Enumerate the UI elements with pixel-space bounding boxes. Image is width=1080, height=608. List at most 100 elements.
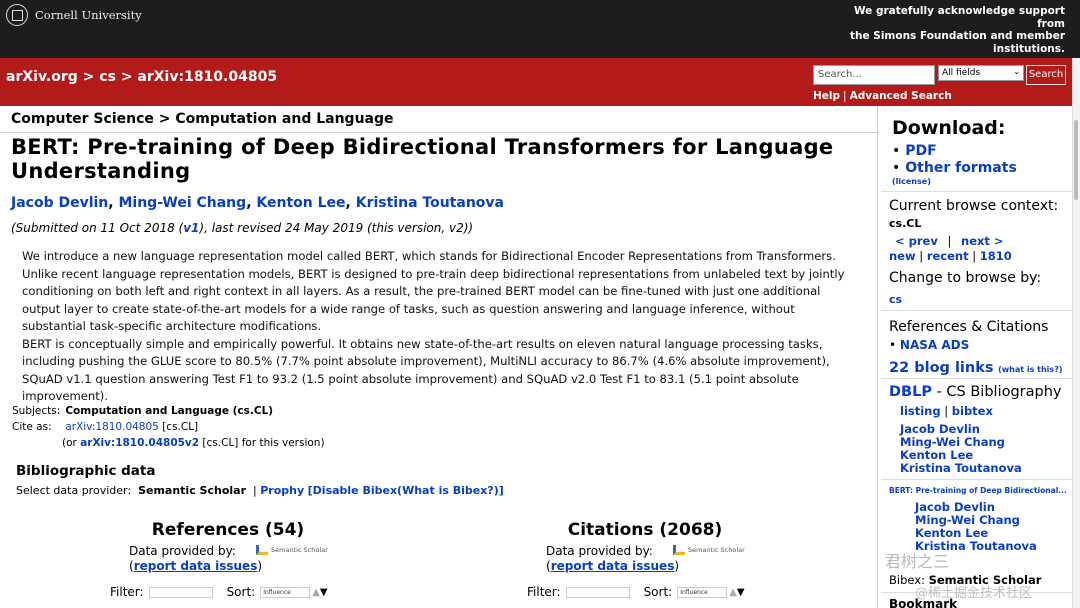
download-heading: Download: [892,117,1006,139]
cite-id-link[interactable]: arXiv:1810.04805 [65,421,159,433]
ref-cite-heading: References & Citations [889,319,1049,335]
acknowledgement: We gratefully acknowledge support from t… [845,5,1065,55]
sort-desc-icon[interactable]: ▼ [737,587,745,598]
nasa-row: • NASA ADS [889,338,970,352]
breadcrumb-paper-id: arXiv:1810.04805 [137,69,278,85]
watermark-source: @稀土掘金技术社区 [915,586,1033,601]
subjects-label: Subjects: [12,405,61,417]
dblp-heading: DBLP - CS Bibliography [889,384,1062,400]
link-separator: | [843,90,847,102]
cite2-pre: (or [62,437,81,449]
filter-input[interactable] [148,586,213,598]
link-separator: | [972,249,977,263]
cite-version-row: (or arXiv:1810.04805v2 [cs.CL] for this … [62,437,325,449]
dateline-post: ), last revised 24 May 2019 (this versio… [199,221,474,235]
semantic-scholar-icon [256,545,268,555]
divider [881,310,1072,311]
blog-links-row: 22 blog links (what is this?) [889,360,1062,376]
sort-select[interactable]: Influence [677,586,728,598]
disable-bibex-link[interactable]: [Disable Bibex( [308,484,402,497]
abstract-paragraph: We introduce a new language representati… [22,249,845,333]
new-link[interactable]: new [889,249,916,263]
prev-link[interactable]: < prev [895,234,938,248]
data-provided-label: Data provided by: [129,544,236,558]
dblp-author-link[interactable]: Kristina Toutanova [900,462,1022,475]
logo-text: Semantic Scholar [271,546,328,554]
breadcrumb-arxiv[interactable]: arXiv.org [6,69,78,85]
cite-label: Cite as: [12,421,52,433]
filter-label: Filter: [527,585,561,599]
next-link[interactable]: next > [961,234,1004,248]
other-formats-link[interactable]: Other formats [905,160,1017,176]
subjects-row: Subjects: Computation and Language (cs.C… [12,405,273,417]
advanced-search-link[interactable]: Advanced Search [850,90,952,102]
nasa-ads-link[interactable]: NASA ADS [900,338,969,352]
ack-line: institutions. [993,42,1065,55]
author-link[interactable]: Jacob Devlin [11,195,108,211]
cite-version-link[interactable]: arXiv:1810.04805v2 [80,437,199,449]
university-name: Cornell University [35,8,142,22]
references-filter-row: Filter: Sort: Influence ▲ ▼ [110,585,328,599]
listing-link[interactable]: listing [900,404,941,418]
breadcrumb-cs[interactable]: cs [99,69,116,85]
link-separator: | [947,234,952,248]
author-link[interactable]: Kristina Toutanova [356,195,504,211]
bibtex-link[interactable]: bibtex [952,404,993,418]
report-issues-link[interactable]: report data issues [551,559,675,573]
filter-input[interactable] [565,586,630,598]
prev-next-row: < prev | next > [895,234,1004,248]
blog-links-link[interactable]: 22 blog links [889,360,994,376]
cite-category: [cs.CL] [158,421,199,433]
divider [881,378,1072,379]
cornell-logo[interactable]: Cornell University [6,4,142,26]
search-button[interactable]: Search [1026,65,1066,85]
help-links: Help | Advanced Search [813,90,952,102]
chevron-down-icon: ⌄ [1013,67,1020,76]
dblp-links: listing | bibtex [900,404,993,418]
report-issues-link[interactable]: report data issues [134,559,258,573]
version-v1-link[interactable]: v1 [183,221,199,235]
scrollbar-thumb[interactable] [1074,120,1078,200]
dblp-link[interactable]: DBLP [889,384,932,400]
search-input[interactable]: Search... [813,65,935,85]
download-list: • PDF • Other formats [892,143,1017,176]
citations-provider: Data provided by: (report data issues) [546,544,679,574]
provider-selected: Semantic Scholar [138,484,246,497]
cornell-seal-icon [6,4,28,26]
ack-line: We gratefully acknowledge support [853,5,1065,17]
what-is-this-link[interactable]: (what is this?) [998,365,1062,374]
prophy-link[interactable]: Prophy [260,484,304,497]
link-separator: | [919,249,924,263]
recent-link[interactable]: recent [927,249,969,263]
sort-desc-icon[interactable]: ▼ [320,587,328,598]
semantic-scholar-logo: Semantic Scholar [256,545,328,555]
site-header: arXiv.org > cs > arXiv:1810.04805 Search… [0,58,1072,106]
sort-select[interactable]: Influence [260,586,311,598]
provider-label: Select data provider: [16,484,132,497]
recent-row: new | recent | 1810 [889,249,1012,263]
paper-short-title-link[interactable]: BERT: Pre-training of Deep Bidirectional… [889,486,1067,495]
help-link[interactable]: Help [813,90,840,102]
sort-asc-icon[interactable]: ▲ [729,587,737,598]
dblp-author-list: Jacob Devlin Ming-Wei Chang Kenton Lee K… [900,423,1022,475]
pdf-link[interactable]: PDF [905,143,936,159]
cs-browse-link[interactable]: cs [889,293,902,306]
abstract: We introduce a new language representati… [22,248,857,406]
submission-dateline: (Submitted on 11 Oct 2018 (v1), last rev… [11,221,473,235]
search-field-select[interactable]: All fields ⌄ [938,65,1024,81]
sort-asc-icon[interactable]: ▲ [312,587,320,598]
citations-filter-row: Filter: Sort: Influence ▲ ▼ [527,585,745,599]
author-link[interactable]: Kenton Lee [256,195,345,211]
license-link[interactable]: (license) [892,177,931,186]
breadcrumb: arXiv.org > cs > arXiv:1810.04805 [6,69,277,85]
ack-line: the Simons Foundation and member [850,30,1065,42]
author-list: Jacob Devlin, Ming-Wei Chang, Kenton Lee… [11,195,504,211]
author-link[interactable]: Ming-Wei Chang [118,195,246,211]
ack-line: from [1037,17,1065,30]
subject-heading: Computer Science > Computation and Langu… [0,106,877,133]
what-is-bibex-link[interactable]: What is Bibex? [402,484,494,497]
link-separator: | [944,404,949,418]
watermark-text: 君树之三 [885,552,950,571]
month-link[interactable]: 1810 [980,249,1012,263]
dateline-pre: (Submitted on 11 Oct 2018 ( [11,221,184,235]
